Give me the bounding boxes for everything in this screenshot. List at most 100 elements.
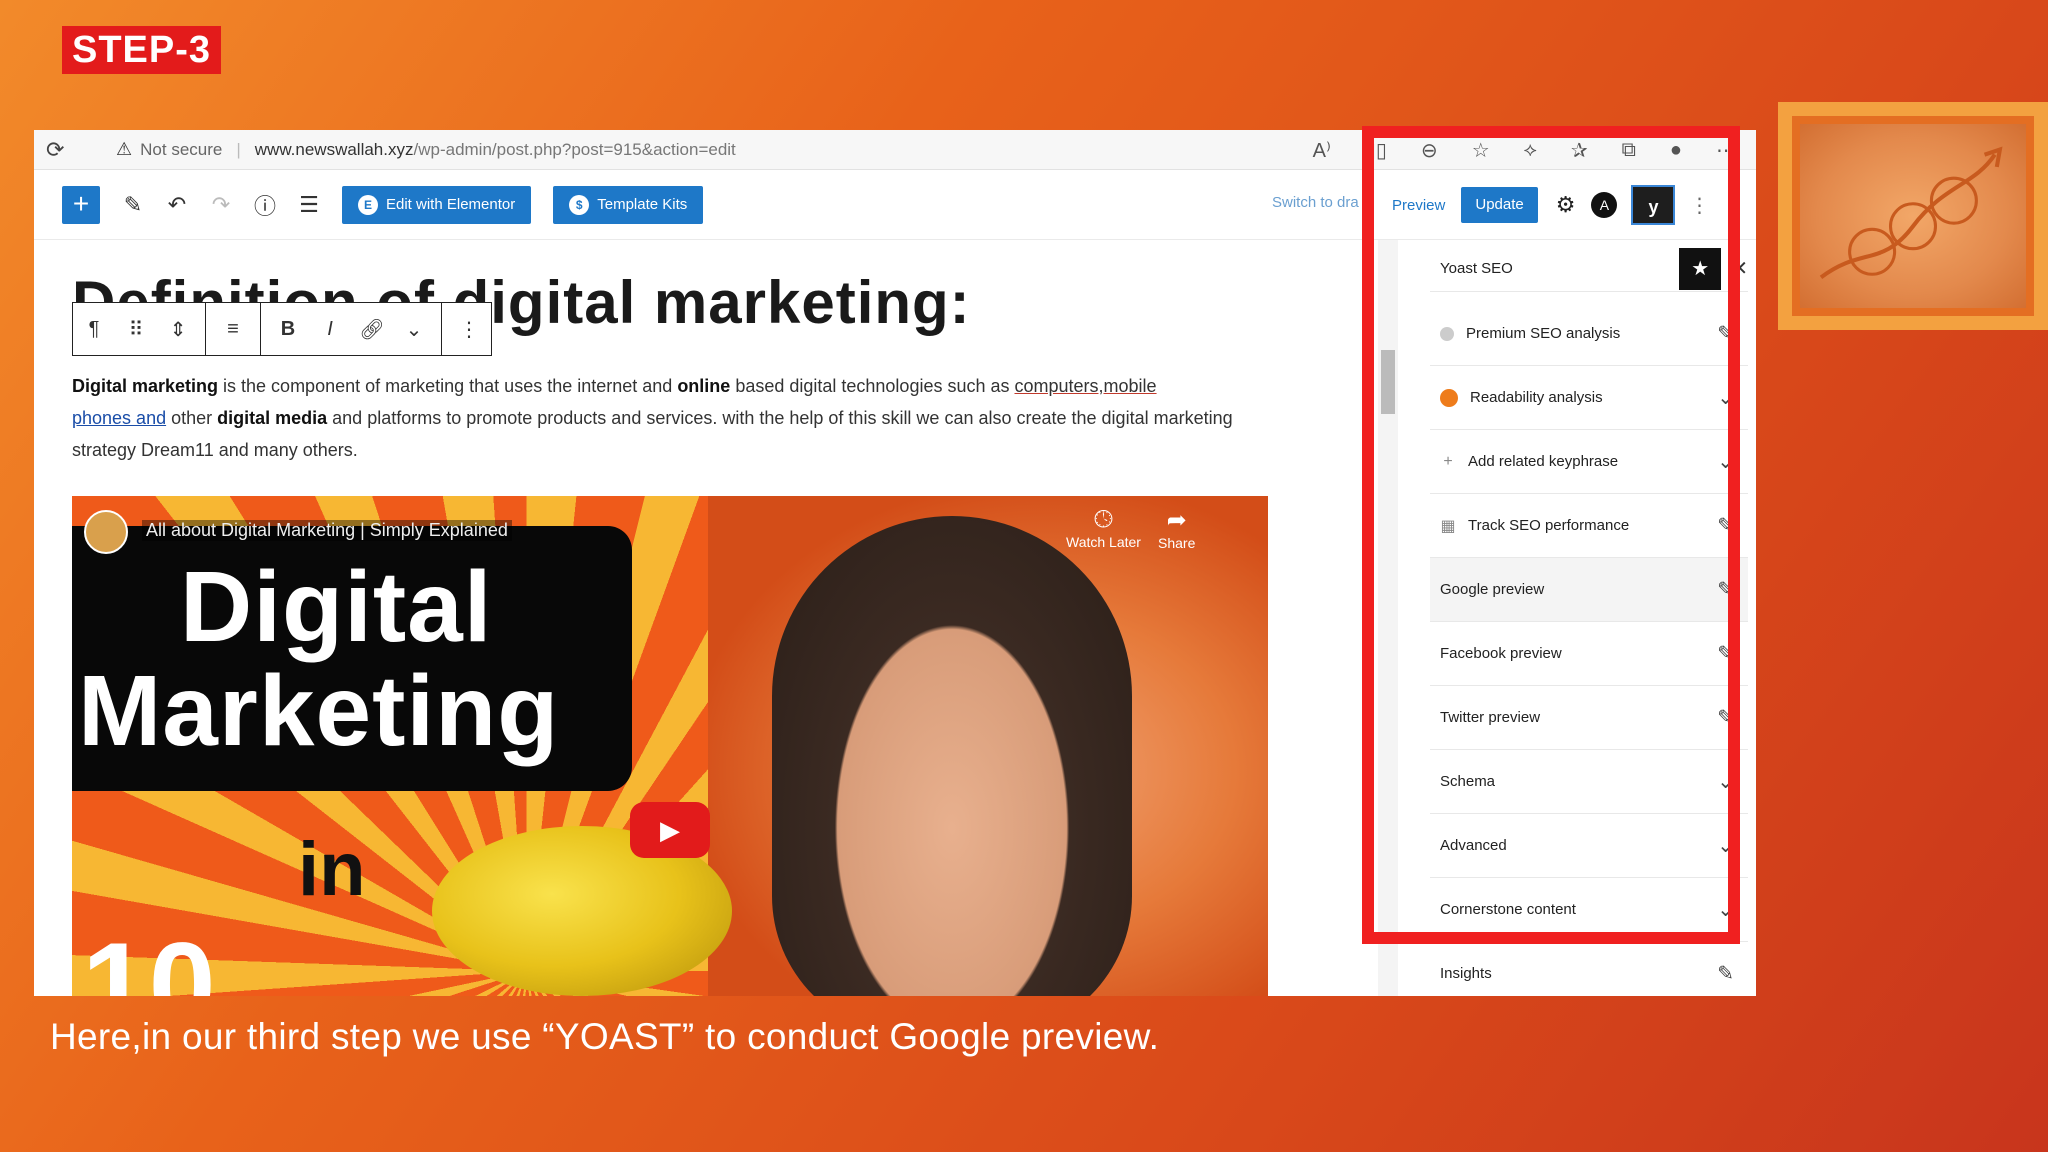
plus-icon: + (1443, 452, 1453, 470)
chevron-down-icon[interactable]: ⌄ (393, 317, 435, 342)
settings-gear-icon[interactable]: ⚙ (1556, 192, 1576, 218)
url-domain: www.newswallah.xyz (254, 139, 414, 159)
list-view-icon[interactable]: ☰ (298, 192, 320, 218)
options-icon[interactable]: ⋮ (448, 317, 490, 342)
toolbar-divider (205, 302, 206, 356)
status-dot-icon (1440, 326, 1454, 341)
seo-growth-icon (1819, 146, 2003, 279)
scrollbar-thumb[interactable] (1381, 350, 1395, 414)
drag-handle-icon[interactable]: ⠿ (115, 317, 157, 342)
reload-icon[interactable]: ⟳ (46, 137, 76, 163)
channel-avatar[interactable] (84, 510, 128, 554)
external-edit-icon: ✎ (1717, 963, 1734, 985)
profile-icon[interactable]: ● (1670, 139, 1682, 162)
align-icon[interactable]: ≡ (212, 318, 254, 341)
read-aloud-icon[interactable]: A⁾ (1313, 138, 1331, 163)
chevron-down-icon: ⌄ (1717, 771, 1734, 793)
url-path: /wp-admin/post.php?post=915&action=edit (413, 139, 736, 159)
post-paragraph[interactable]: Digital marketing is the component of ma… (72, 370, 1252, 466)
template-kits-button[interactable]: $ Template Kits (553, 185, 704, 224)
panel-premium-seo-analysis[interactable]: Premium SEO analysis ✎ (1430, 302, 1748, 366)
move-updown-icon[interactable]: ⇕ (157, 317, 199, 342)
yoast-header-actions: ★ ✕ (1679, 247, 1748, 290)
panel-label: Google preview (1440, 581, 1545, 598)
collections-icon[interactable]: ⧉ (1622, 139, 1636, 162)
undo-icon[interactable]: ↶ (166, 192, 188, 218)
yoast-icon[interactable]: y (1631, 185, 1676, 225)
panel-facebook-preview[interactable]: Facebook preview ✎ (1430, 622, 1748, 686)
bold-text: digital media (217, 408, 328, 428)
youtube-embed[interactable]: Digital Marketing in 10 All about Digita… (72, 496, 1268, 996)
panel-label: Premium SEO analysis (1466, 325, 1621, 342)
share-button[interactable]: ➦ Share (1158, 506, 1195, 551)
share-icon: ➦ (1166, 507, 1187, 534)
toolbar-divider (260, 302, 261, 356)
external-edit-icon: ✎ (1717, 323, 1734, 345)
info-icon[interactable]: ⓘ (254, 189, 276, 221)
warning-icon: ⚠ (116, 139, 133, 159)
zoom-icon[interactable]: ⊖ (1421, 138, 1438, 163)
bold-icon[interactable]: B (267, 318, 309, 341)
panel-track-seo-performance[interactable]: ▦ Track SEO performance ✎ (1430, 494, 1748, 558)
reader-view-icon[interactable]: ▯▯ (1365, 138, 1387, 163)
browser-actions: A⁾ ▯▯ ⊖ ☆ ⟡ ✰ ⧉ ● ⋯ (1313, 130, 1736, 170)
favorite-add-icon[interactable]: ☆ (1472, 138, 1490, 163)
preview-button[interactable]: Preview (1392, 197, 1445, 214)
panel-google-preview[interactable]: Google preview ✎ (1430, 558, 1748, 622)
chevron-down-icon: ⌄ (1717, 451, 1734, 473)
add-block-button[interactable]: + (62, 185, 100, 224)
link-icon[interactable]: 🔗︎ (351, 317, 393, 342)
panel-twitter-preview[interactable]: Twitter preview ✎ (1430, 686, 1748, 750)
step-badge: STEP-3 (62, 26, 222, 74)
panel-add-related-keyphrase[interactable]: + Add related keyphrase ⌄ (1430, 430, 1748, 494)
block-toolbar: ¶ ⠿ ⇕ ≡ B I 🔗︎ ⌄ ⋮ (72, 302, 492, 356)
share-label: Share (1158, 535, 1196, 551)
panel-label: Readability analysis (1470, 389, 1603, 406)
scrollbar[interactable] (1378, 240, 1398, 996)
more-options-icon[interactable]: ⋮ (1689, 193, 1709, 218)
panel-cornerstone-content[interactable]: Cornerstone content ⌄ (1430, 878, 1748, 942)
external-edit-icon: ✎ (1717, 515, 1734, 537)
favorites-icon[interactable]: ✰ (1571, 138, 1588, 163)
yoast-sidebar: Yoast SEO ★ ✕ Premium SEO analysis ✎ Rea… (1378, 240, 1756, 996)
chevron-down-icon: ⌄ (1717, 835, 1734, 857)
thumbnail-text: Digital (180, 551, 493, 663)
thumbnail-text: Marketing (78, 655, 560, 767)
edit-elementor-label: Edit with Elementor (386, 196, 516, 213)
yoast-panel-header: Yoast SEO ★ ✕ (1430, 246, 1748, 292)
edit-pencil-icon[interactable]: ✎ (122, 192, 144, 218)
external-edit-icon: ✎ (1717, 707, 1734, 729)
play-button[interactable]: ▶ (630, 802, 710, 858)
body-text: is the component of marketing that uses … (218, 376, 678, 396)
star-icon[interactable]: ★ (1679, 247, 1722, 290)
chevron-down-icon: ⌄ (1717, 387, 1734, 409)
panel-readability-analysis[interactable]: Readability analysis ⌄ (1430, 366, 1748, 430)
watch-later-button[interactable]: 🕓︎ Watch Later (1066, 506, 1141, 550)
close-icon[interactable]: ✕ (1731, 256, 1748, 281)
panel-label: Facebook preview (1440, 645, 1562, 662)
more-icon[interactable]: ⋯ (1716, 138, 1736, 163)
panel-label: Schema (1440, 773, 1496, 790)
yoast-panel-list: Premium SEO analysis ✎ Readability analy… (1430, 302, 1748, 996)
redo-icon[interactable]: ↷ (210, 192, 232, 218)
seo-illustration (1778, 102, 2048, 330)
astra-icon[interactable]: A (1591, 192, 1618, 218)
url-field[interactable]: www.newswallah.xyz/wp-admin/post.php?pos… (255, 140, 736, 160)
italic-icon[interactable]: I (309, 318, 351, 341)
seo-illustration-frame (1792, 116, 2034, 316)
panel-advanced[interactable]: Advanced ⌄ (1430, 814, 1748, 878)
switch-to-draft-link[interactable]: Switch to dra (1272, 194, 1359, 211)
link-text[interactable]: phones and (72, 408, 166, 428)
browser-screenshot: ⟳ ⚠ Not secure | www.newswallah.xyz/wp-a… (34, 130, 1756, 996)
extensions-icon[interactable]: ⟡ (1524, 139, 1537, 162)
presenter-image (772, 516, 1132, 996)
edit-with-elementor-button[interactable]: E Edit with Elementor (342, 185, 532, 224)
panel-insights[interactable]: Insights ✎ (1430, 942, 1748, 996)
clock-icon: 🕓︎ (1093, 506, 1113, 533)
panel-label: Cornerstone content (1440, 901, 1576, 918)
update-button[interactable]: Update (1461, 187, 1538, 223)
panel-schema[interactable]: Schema ⌄ (1430, 750, 1748, 814)
video-title[interactable]: All about Digital Marketing | Simply Exp… (142, 520, 512, 541)
paragraph-icon[interactable]: ¶ (73, 318, 115, 341)
panel-label: Add related keyphrase (1468, 453, 1619, 470)
